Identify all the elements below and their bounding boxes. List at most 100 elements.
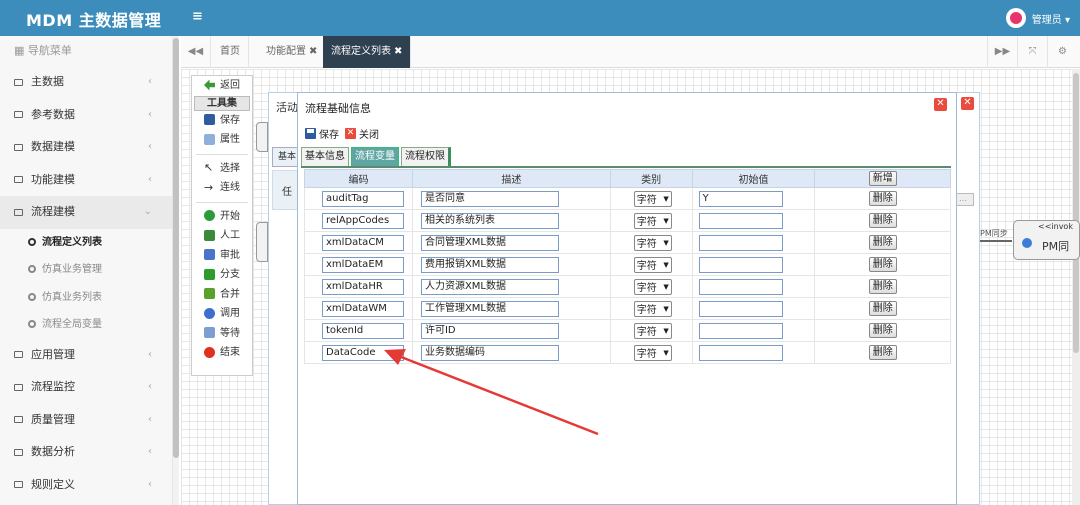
desc-input[interactable]: 合同管理XML数据 [420, 234, 559, 251]
delete-button[interactable]: 删除 [868, 345, 897, 360]
type-select[interactable]: 字符 ▼ [633, 278, 672, 295]
delete-button[interactable]: 删除 [868, 257, 897, 272]
tab-function-config[interactable]: 功能配置 ✖ [258, 36, 327, 68]
close-icon[interactable]: ✕ [934, 98, 947, 111]
code-input[interactable]: xmlDataEM [322, 256, 404, 273]
delete-button[interactable]: 删除 [868, 191, 897, 206]
init-input[interactable] [698, 212, 783, 229]
delete-button[interactable]: 删除 [868, 323, 897, 338]
sidebar-item-process-monitor[interactable]: 流程监控 ‹ [0, 371, 172, 404]
init-input[interactable] [698, 344, 783, 361]
sidebar-item-master-data[interactable]: 主数据 ‹ [0, 66, 172, 99]
init-input[interactable] [698, 300, 783, 317]
user-name[interactable]: 管理员 ▾ [1032, 11, 1070, 26]
sidebar-item-data-modeling[interactable]: 数据建模 ‹ [0, 131, 172, 164]
sidebar-item-label: 数据分析 [31, 445, 75, 458]
tab-process-permissions[interactable]: 流程权限 [401, 147, 451, 167]
sidebar-subitem-global-vars[interactable]: 流程全局变量 [0, 311, 172, 339]
sidebar-item-quality[interactable]: 质量管理 ‹ [0, 404, 172, 437]
type-select[interactable]: 字符 ▼ [633, 344, 672, 361]
user-menu[interactable]: 管理员 ▾ [1005, 8, 1070, 28]
sidebar-item-function-modeling[interactable]: 功能建模 ‹ [0, 164, 172, 197]
connect-tool[interactable]: → 连线 [192, 178, 252, 198]
save-button[interactable]: 保存 [305, 126, 339, 141]
type-select[interactable]: 字符 ▼ [633, 256, 672, 273]
type-select-value: 字符 [636, 283, 657, 294]
delete-button[interactable]: 删除 [868, 213, 897, 228]
delete-button[interactable]: 删除 [868, 279, 897, 294]
menu-toggle-icon[interactable]: ≡ [192, 9, 203, 24]
tab-label: 流程定义列表 [331, 46, 391, 57]
close-icon[interactable]: ✖ [309, 46, 317, 57]
start-tool[interactable]: 开始 [192, 207, 252, 227]
init-input[interactable] [698, 234, 783, 251]
init-input[interactable] [698, 322, 783, 339]
invoke-tool[interactable]: 调用 [192, 304, 252, 324]
tab-process-variables[interactable]: 流程变量 [351, 147, 399, 167]
flow-node-invoke[interactable]: <<invok PM同 [1013, 220, 1080, 260]
sidebar-subitem-process-list[interactable]: 流程定义列表 [0, 228, 172, 256]
code-input[interactable]: xmlDataWM [322, 300, 404, 317]
sidebar-scrollbar[interactable] [173, 36, 179, 505]
sidebar-item-rules[interactable]: 规则定义 ‹ [0, 469, 172, 502]
cell-desc: 许可ID [412, 319, 611, 342]
back-tool[interactable]: 返回 [192, 76, 252, 96]
type-select[interactable]: 字符 ▼ [633, 212, 672, 229]
code-input[interactable]: xmlDataCM [322, 234, 404, 251]
init-input[interactable]: Y [698, 190, 783, 207]
close-icon[interactable]: ✕ [961, 97, 974, 110]
close-button[interactable]: ✕ 关闭 [345, 126, 379, 141]
attrs-tool[interactable]: 属性 [192, 130, 252, 150]
end-tool[interactable]: 结束 [192, 343, 252, 363]
cell-type: 字符 ▼ [610, 231, 693, 254]
delete-button[interactable]: 删除 [868, 301, 897, 316]
code-input[interactable]: xmlDataHR [322, 278, 404, 295]
avatar[interactable] [1005, 8, 1026, 28]
branch-tool[interactable]: 分支 [192, 265, 252, 285]
tab-scroll-left-icon[interactable]: ◀◀ [181, 36, 211, 68]
page-scrollbar[interactable] [1072, 69, 1080, 505]
scrollbar-thumb[interactable] [1073, 73, 1079, 353]
flow-node-partial[interactable] [256, 222, 268, 262]
sidebar-subitem-sim-list[interactable]: 仿真业务列表 [0, 283, 172, 311]
tab-basic-info[interactable]: 基本信息 [301, 147, 349, 167]
merge-tool[interactable]: 合并 [192, 285, 252, 305]
sidebar-item-analytics[interactable]: 数据分析 ‹ [0, 436, 172, 469]
wait-tool[interactable]: 等待 [192, 324, 252, 344]
sidebar-item-process-modeling[interactable]: 流程建模 ⌄ [0, 196, 172, 229]
add-button[interactable]: 新增 [868, 171, 897, 186]
flow-node-partial[interactable] [256, 122, 268, 152]
code-input[interactable]: relAppCodes [322, 212, 404, 229]
desc-input[interactable]: 相关的系统列表 [420, 212, 559, 229]
select-tool[interactable]: ↖ 选择 [192, 159, 252, 179]
sidebar-item-app-manage[interactable]: 应用管理 ‹ [0, 339, 172, 372]
gear-icon[interactable]: ⚙ [1047, 36, 1077, 68]
type-select[interactable]: 字符 ▼ [633, 300, 672, 317]
manual-tool[interactable]: 人工 [192, 226, 252, 246]
desc-input[interactable]: 工作管理XML数据 [420, 300, 559, 317]
approve-tool[interactable]: 审批 [192, 246, 252, 266]
type-select[interactable]: 字符 ▼ [633, 322, 672, 339]
desc-input[interactable]: 许可ID [420, 322, 559, 339]
delete-button[interactable]: 删除 [868, 235, 897, 250]
flow-edge[interactable] [980, 240, 1012, 242]
desc-input[interactable]: 人力资源XML数据 [420, 278, 559, 295]
tab-home[interactable]: 首页 [212, 36, 249, 68]
table-row: xmlDataEM 费用报销XML数据 字符 ▼ 删除 [304, 253, 951, 276]
type-select[interactable]: 字符 ▼ [633, 190, 672, 207]
tab-scroll-right-icon[interactable]: ▶▶ [987, 36, 1017, 68]
code-input[interactable]: tokenId [322, 322, 404, 339]
fullscreen-icon[interactable]: ⤧ [1017, 36, 1047, 68]
init-input[interactable] [698, 278, 783, 295]
sidebar-subitem-sim-manage[interactable]: 仿真业务管理 [0, 256, 172, 284]
scrollbar-thumb[interactable] [173, 38, 179, 458]
code-input[interactable]: auditTag [322, 190, 404, 207]
tab-process-list[interactable]: 流程定义列表 ✖ [323, 36, 412, 68]
close-icon[interactable]: ✖ [394, 46, 402, 57]
type-select[interactable]: 字符 ▼ [633, 234, 672, 251]
sidebar-item-reference-data[interactable]: 参考数据 ‹ [0, 99, 172, 132]
desc-input[interactable]: 费用报销XML数据 [420, 256, 559, 273]
desc-input[interactable]: 是否同意 [420, 190, 559, 207]
save-tool[interactable]: 保存 [192, 111, 252, 131]
init-input[interactable] [698, 256, 783, 273]
